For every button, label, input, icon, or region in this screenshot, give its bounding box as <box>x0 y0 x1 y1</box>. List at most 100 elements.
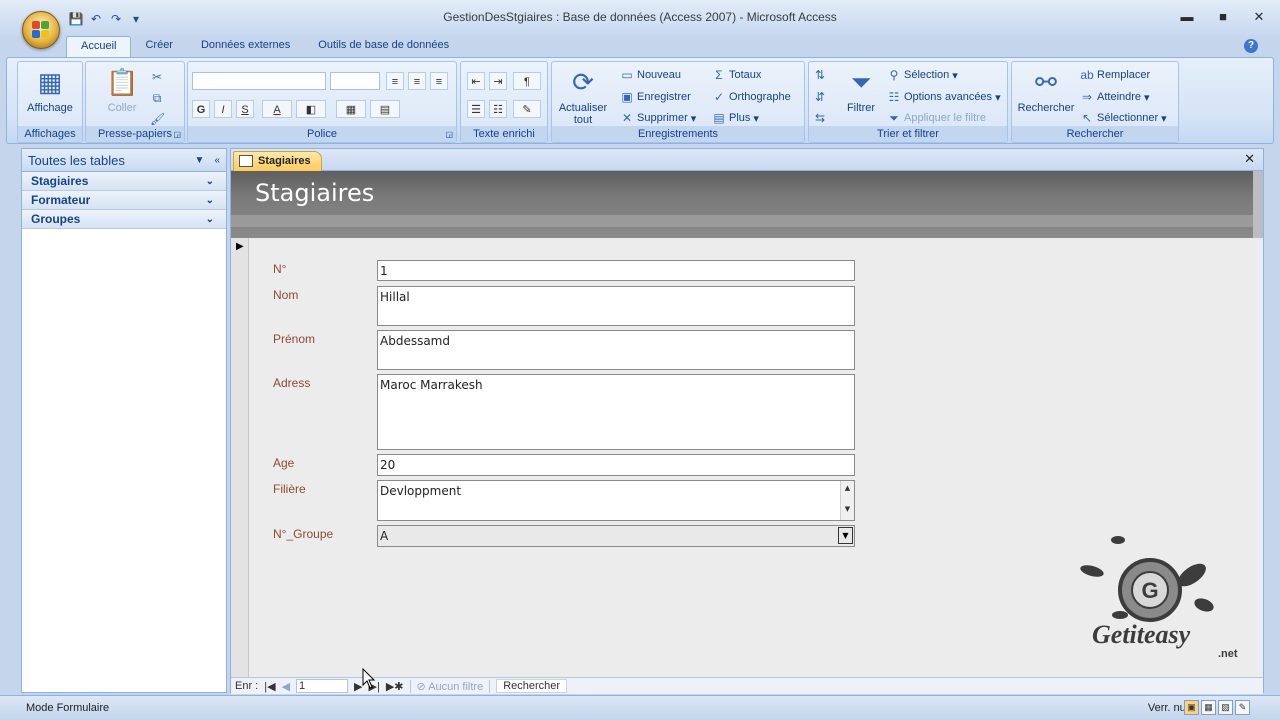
no-filter-button[interactable]: ⊘ Aucun filtre <box>417 680 484 693</box>
field-groupe-combo[interactable]: A ▼ <box>377 525 855 547</box>
tab-stagiaires-form[interactable]: Stagiaires <box>233 151 322 172</box>
scroll-down-icon[interactable]: ▼ <box>841 505 854 513</box>
header-scrollbar[interactable] <box>1253 171 1263 238</box>
help-icon[interactable]: ? <box>1244 39 1258 53</box>
decrease-indent-icon[interactable]: ⇤ <box>467 72 485 90</box>
ribbon-tabs: Accueil Créer Données externes Outils de… <box>66 36 463 58</box>
new-record-nav-icon[interactable]: ▶✱ <box>386 680 404 693</box>
underline-button[interactable]: S <box>236 100 254 118</box>
font-name-combo[interactable] <box>192 72 326 90</box>
align-left-icon[interactable]: ≡ <box>386 72 404 90</box>
field-numero[interactable]: 1 <box>377 260 855 281</box>
record-selector[interactable]: ▶ <box>231 238 249 679</box>
nouveau-button[interactable]: ▭ Nouveau <box>620 66 681 84</box>
minimize-button[interactable]: ▬ <box>1176 8 1198 26</box>
sort-desc-icon[interactable]: ⇵ <box>813 88 827 106</box>
orthographe-button[interactable]: ✓ Orthographe <box>712 88 791 106</box>
align-center-icon[interactable]: ≡ <box>408 72 426 90</box>
scroll-up-icon[interactable]: ▲ <box>841 484 854 492</box>
affichage-button[interactable]: ▦ Affichage <box>20 66 80 114</box>
totaux-button[interactable]: Σ Totaux <box>712 66 761 84</box>
nav-group-formateur[interactable]: Formateur ⌄ <box>22 191 226 210</box>
close-document-icon[interactable]: ✕ <box>1244 151 1255 167</box>
field-adress[interactable]: Maroc Marrakesh <box>377 374 855 450</box>
options-avancees-button[interactable]: ☷ Options avancées ▾ <box>887 88 1001 106</box>
nouveau-label: Nouveau <box>637 69 682 81</box>
italic-button[interactable]: I <box>214 100 232 118</box>
nav-group-groupes[interactable]: Groupes ⌄ <box>22 210 226 229</box>
gridlines-icon[interactable]: ▦ <box>336 100 366 118</box>
filiere-scrollbar[interactable]: ▲ ▼ <box>840 481 854 520</box>
fill-color-icon[interactable]: ◧ <box>296 100 326 118</box>
tab-creer[interactable]: Créer <box>131 36 187 58</box>
dialog-launcher-icon[interactable]: ◲ <box>173 130 181 139</box>
paragraph-icon[interactable]: ¶ <box>513 72 541 90</box>
increase-indent-icon[interactable]: ⇥ <box>489 72 507 90</box>
group-label-police: Police <box>188 126 456 142</box>
sort-asc-icon[interactable]: ⇅ <box>813 66 827 84</box>
cut-icon[interactable]: ✂ <box>150 68 164 86</box>
field-nom[interactable]: Hillal <box>377 286 855 326</box>
clear-sort-icon[interactable]: ⇆ <box>813 109 827 127</box>
previous-record-icon[interactable]: ◀ <box>282 680 290 693</box>
options-label: Options avancées <box>904 91 993 103</box>
window-title: GestionDesStgiaires : Base de données (A… <box>443 10 837 24</box>
dialog-launcher-icon[interactable]: ◲ <box>445 130 453 139</box>
appliquer-filtre-button[interactable]: ⏷ Appliquer le filtre <box>887 109 986 127</box>
filter-icon: ⏷ <box>850 67 872 97</box>
plus-button[interactable]: ▤ Plus ▾ <box>712 109 759 127</box>
datasheet-view-icon[interactable]: ▦ <box>1201 700 1216 715</box>
atteindre-button[interactable]: ⇒ Atteindre ▾ <box>1080 88 1150 106</box>
label-nom: Nom <box>273 288 299 302</box>
actualiser-label: Actualiser tout <box>558 102 608 126</box>
group-affichages: ▦ Affichage Affichages <box>17 61 83 143</box>
divider <box>489 679 491 693</box>
nav-pane-header[interactable]: Toutes les tables ▼ « <box>22 149 226 172</box>
field-filiere[interactable]: Devloppment ▲ ▼ <box>377 480 855 521</box>
enregistrer-button[interactable]: ▣ Enregistrer <box>620 88 691 106</box>
bold-button[interactable]: G <box>192 100 210 118</box>
actualiser-button[interactable]: ⟳ Actualiser tout <box>554 66 612 126</box>
tab-outils-bdd[interactable]: Outils de base de données <box>304 36 463 58</box>
close-button[interactable]: ✕ <box>1248 8 1270 26</box>
first-record-icon[interactable]: |◀ <box>264 680 275 693</box>
font-color-button[interactable]: A <box>262 100 292 118</box>
office-button[interactable] <box>22 11 60 49</box>
filtrer-button[interactable]: ⏷ Filtrer <box>839 66 883 114</box>
layout-view-icon[interactable]: ▧ <box>1218 700 1233 715</box>
field-age[interactable]: 20 <box>377 454 855 476</box>
form-view-icon[interactable]: ▣ <box>1184 700 1199 715</box>
tab-donnees-externes[interactable]: Données externes <box>187 36 304 58</box>
bullets-icon[interactable]: ☰ <box>467 100 485 118</box>
save-record-icon: ▣ <box>621 90 633 104</box>
nav-menu-chevron-icon[interactable]: ▼ <box>195 149 205 172</box>
search-box[interactable]: Rechercher <box>496 679 568 693</box>
align-right-icon[interactable]: ≡ <box>430 72 448 90</box>
nav-collapse-icon[interactable]: « <box>214 149 220 172</box>
copy-icon[interactable]: ⧉ <box>150 89 164 107</box>
selection-button[interactable]: ⚲ Sélection ▾ <box>887 66 958 84</box>
field-prenom[interactable]: Abdessamd <box>377 330 855 370</box>
highlight-icon[interactable]: ✎ <box>513 100 541 118</box>
current-record-input[interactable]: 1 <box>296 679 349 693</box>
rechercher-button[interactable]: ⚯ Rechercher <box>1014 66 1078 114</box>
label-adress: Adress <box>273 376 311 390</box>
selectionner-button[interactable]: ↖ Sélectionner ▾ <box>1080 109 1167 127</box>
binoculars-icon: ⚯ <box>1035 67 1057 97</box>
numbering-icon[interactable]: ☷ <box>489 100 507 118</box>
supprimer-button[interactable]: ✕ Supprimer ▾ <box>620 109 696 127</box>
maximize-button[interactable]: ■ <box>1212 8 1234 26</box>
goto-icon: ⇒ <box>1081 90 1093 104</box>
coller-button[interactable]: 📋 Coller <box>100 66 144 114</box>
remplacer-button[interactable]: ab Remplacer <box>1080 66 1150 84</box>
design-view-icon[interactable]: ✎ <box>1235 700 1250 715</box>
alt-fill-icon[interactable]: ▤ <box>370 100 400 118</box>
nav-pane-title: Toutes les tables <box>28 153 125 168</box>
font-size-combo[interactable] <box>330 72 380 90</box>
tab-accueil[interactable]: Accueil <box>66 36 132 58</box>
nav-group-stagiaires[interactable]: Stagiaires ⌄ <box>22 172 226 191</box>
dropdown-arrow-icon[interactable]: ▼ <box>838 527 853 544</box>
paste-icon: 📋 <box>106 67 139 97</box>
document-tabs: Stagiaires ✕ <box>231 149 1263 172</box>
enregistrer-label: Enregistrer <box>637 91 691 103</box>
